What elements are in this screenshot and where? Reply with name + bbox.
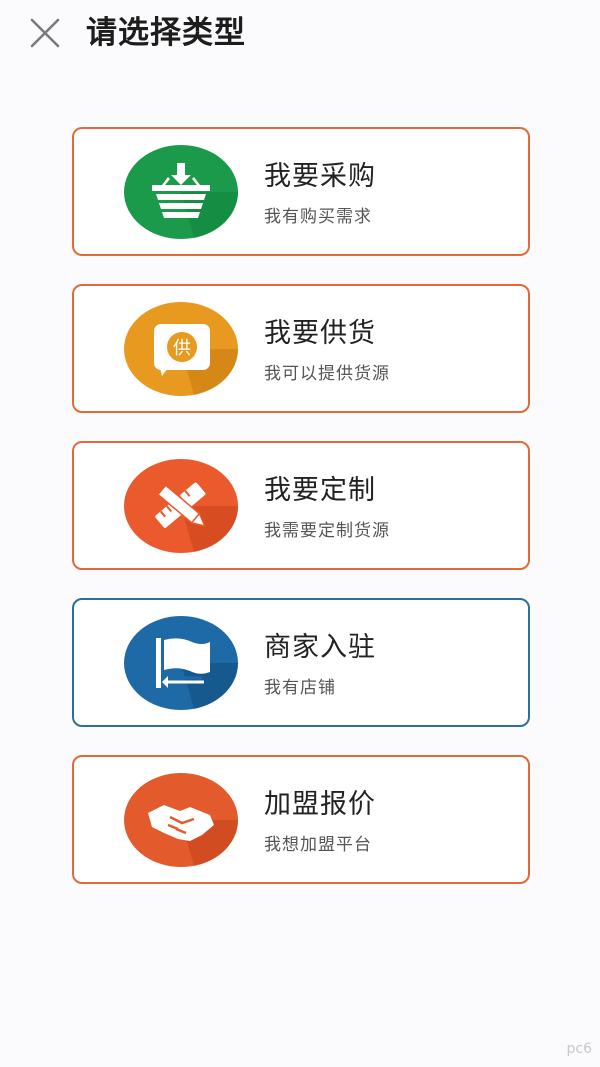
card-title: 我要采购	[264, 161, 376, 192]
card-title: 我要定制	[264, 475, 376, 506]
handshake-icon	[124, 773, 238, 867]
merchant-icon-circle	[124, 616, 238, 710]
card-subtitle: 我想加盟平台	[264, 835, 372, 855]
card-merchant[interactable]: 商家入驻 我有店铺	[72, 598, 530, 727]
pencil-ruler-icon	[124, 459, 238, 553]
page-title: 请选择类型	[86, 15, 246, 51]
purchase-icon-circle	[124, 145, 238, 239]
card-custom[interactable]: 我要定制 我需要定制货源	[72, 441, 530, 570]
card-title: 加盟报价	[264, 789, 376, 820]
basket-icon	[124, 145, 238, 239]
type-list: 我要采购 我有购买需求 供 我要供货 我可以提供货源 我要定制 我需要定制货源 …	[72, 127, 530, 912]
card-supply[interactable]: 供 我要供货 我可以提供货源	[72, 284, 530, 413]
card-subtitle: 我需要定制货源	[264, 521, 390, 541]
card-subtitle: 我有店铺	[264, 678, 336, 698]
supply-icon: 供	[124, 302, 238, 396]
card-purchase[interactable]: 我要采购 我有购买需求	[72, 127, 530, 256]
card-title: 我要供货	[264, 318, 376, 349]
header: 请选择类型	[0, 0, 600, 70]
custom-icon-circle	[124, 459, 238, 553]
card-subtitle: 我有购买需求	[264, 207, 372, 227]
flag-icon	[124, 616, 238, 710]
close-icon	[30, 18, 60, 48]
supply-icon-circle: 供	[124, 302, 238, 396]
card-title: 商家入驻	[264, 632, 376, 663]
card-subtitle: 我可以提供货源	[264, 364, 390, 384]
watermark: pc6	[566, 1041, 593, 1057]
card-franchise[interactable]: 加盟报价 我想加盟平台	[72, 755, 530, 884]
supply-icon-char: 供	[173, 338, 191, 359]
franchise-icon-circle	[124, 773, 238, 867]
close-button[interactable]	[26, 14, 64, 52]
